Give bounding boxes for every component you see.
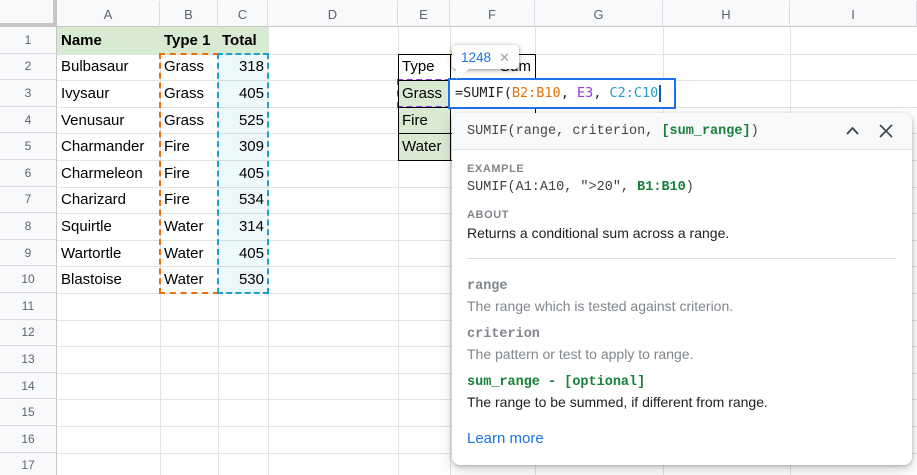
- cell-C1[interactable]: Total: [218, 27, 268, 54]
- column-header-strip: ABCDEFGHI: [0, 0, 917, 27]
- popup-divider: [467, 258, 896, 259]
- row-header-4[interactable]: 4: [0, 107, 57, 134]
- row-header-5[interactable]: 5: [0, 133, 57, 160]
- tooltip-tail: [456, 69, 469, 79]
- cell-E5[interactable]: Water: [398, 133, 450, 160]
- cell-E4[interactable]: Fire: [398, 107, 450, 134]
- param-name: range: [467, 279, 896, 294]
- row-header-7[interactable]: 7: [0, 187, 57, 214]
- cell-A3[interactable]: Ivysaur: [57, 80, 160, 107]
- column-header-G[interactable]: G: [535, 1, 663, 27]
- formula-edit-cell[interactable]: =SUMIF(B2:B10, E3, C2:C10: [448, 78, 676, 109]
- column-header-E[interactable]: E: [398, 1, 450, 27]
- cell-A5[interactable]: Charmander: [57, 133, 160, 160]
- cell-C9[interactable]: 405: [218, 240, 268, 267]
- row-header-6[interactable]: 6: [0, 160, 57, 187]
- row-header-11[interactable]: 11: [0, 293, 57, 320]
- select-all-corner[interactable]: [0, 0, 57, 27]
- cell-C3[interactable]: 405: [218, 80, 268, 107]
- cell-B1[interactable]: Type 1: [160, 27, 218, 54]
- cell-A7[interactable]: Charizard: [57, 187, 160, 214]
- example-label: EXAMPLE: [467, 163, 896, 175]
- row-header-2[interactable]: 2: [0, 54, 57, 81]
- about-label: ABOUT: [467, 209, 896, 221]
- row-header-3[interactable]: 3: [0, 80, 57, 107]
- param-sum_range: sum_range - [optional] The range to be su…: [467, 375, 896, 410]
- param-description: The range to be summed, if different fro…: [467, 394, 896, 410]
- function-signature: SUMIF(range, criterion, [sum_range]): [467, 124, 830, 139]
- row-header-9[interactable]: 9: [0, 240, 57, 267]
- spreadsheet-grid: ABCDEFGHI 1234567891011121314151617NameT…: [0, 0, 917, 475]
- cell-A4[interactable]: Venusaur: [57, 107, 160, 134]
- column-header-I[interactable]: I: [790, 1, 917, 27]
- cell-B3[interactable]: Grass: [160, 80, 218, 107]
- cell-B7[interactable]: Fire: [160, 187, 218, 214]
- cell-A2[interactable]: Bulbasaur: [57, 54, 160, 81]
- close-popup-icon[interactable]: [874, 119, 898, 143]
- column-header-F[interactable]: F: [450, 1, 535, 27]
- cell-E2[interactable]: Type: [398, 54, 450, 81]
- row-header-16[interactable]: 16: [0, 426, 57, 453]
- cell-A9[interactable]: Wartortle: [57, 240, 160, 267]
- row-header-14[interactable]: 14: [0, 373, 57, 400]
- column-header-B[interactable]: B: [160, 1, 218, 27]
- param-range: range The range which is tested against c…: [467, 279, 896, 314]
- cell-C7[interactable]: 534: [218, 187, 268, 214]
- formula-token: ,: [561, 85, 577, 101]
- column-header-A[interactable]: A: [57, 1, 160, 27]
- about-text: Returns a conditional sum across a range…: [467, 225, 896, 241]
- formula-result-preview: 1248 ✕: [452, 45, 519, 69]
- learn-more-link[interactable]: Learn more: [467, 430, 544, 447]
- collapse-chevron-up-icon[interactable]: [840, 119, 864, 143]
- param-name: criterion: [467, 327, 896, 342]
- cell-C10[interactable]: 530: [218, 266, 268, 293]
- cell-C4[interactable]: 525: [218, 107, 268, 134]
- row-header-17[interactable]: 17: [0, 453, 57, 475]
- row-header-13[interactable]: 13: [0, 346, 57, 373]
- formula-result-value: 1248: [461, 50, 491, 65]
- cell-A8[interactable]: Squirtle: [57, 213, 160, 240]
- row-header-15[interactable]: 15: [0, 399, 57, 426]
- row-header-8[interactable]: 8: [0, 213, 57, 240]
- param-description: The range which is tested against criter…: [467, 298, 896, 314]
- row-header-12[interactable]: 12: [0, 320, 57, 347]
- formula-token: E3: [577, 85, 593, 101]
- column-header-C[interactable]: C: [218, 1, 268, 27]
- cell-A10[interactable]: Blastoise: [57, 266, 160, 293]
- cell-C6[interactable]: 405: [218, 160, 268, 187]
- text-caret: [659, 85, 661, 102]
- cell-B2[interactable]: Grass: [160, 54, 218, 81]
- cell-C8[interactable]: 314: [218, 213, 268, 240]
- close-icon[interactable]: ✕: [499, 51, 510, 64]
- formula-token: B2:B10: [512, 85, 561, 101]
- column-header-H[interactable]: H: [663, 1, 790, 27]
- gridline: [268, 27, 269, 475]
- cell-C2[interactable]: 318: [218, 54, 268, 81]
- function-signature-header: SUMIF(range, criterion, [sum_range]): [452, 113, 912, 150]
- param-criterion: criterion The pattern or test to apply to…: [467, 327, 896, 362]
- cell-C5[interactable]: 309: [218, 133, 268, 160]
- param-description: The pattern or test to apply to range.: [467, 346, 896, 362]
- cell-A1[interactable]: Name: [57, 27, 160, 54]
- cell-E3[interactable]: Grass: [398, 80, 450, 107]
- column-header-D[interactable]: D: [268, 1, 398, 27]
- function-help-popup: SUMIF(range, criterion, [sum_range]) EXA…: [452, 113, 912, 465]
- formula-token: ,: [593, 85, 609, 101]
- param-name: sum_range - [optional]: [467, 375, 896, 390]
- example-code: SUMIF(A1:A10, ">20", B1:B10): [467, 180, 896, 195]
- cell-B8[interactable]: Water: [160, 213, 218, 240]
- cell-B5[interactable]: Fire: [160, 133, 218, 160]
- row-header-10[interactable]: 10: [0, 266, 57, 293]
- cell-B10[interactable]: Water: [160, 266, 218, 293]
- row-header-1[interactable]: 1: [0, 27, 57, 54]
- cell-A6[interactable]: Charmeleon: [57, 160, 160, 187]
- cell-B9[interactable]: Water: [160, 240, 218, 267]
- cell-B6[interactable]: Fire: [160, 160, 218, 187]
- formula-token: C2:C10: [609, 85, 658, 101]
- formula-token: =SUMIF(: [455, 85, 512, 101]
- cell-B4[interactable]: Grass: [160, 107, 218, 134]
